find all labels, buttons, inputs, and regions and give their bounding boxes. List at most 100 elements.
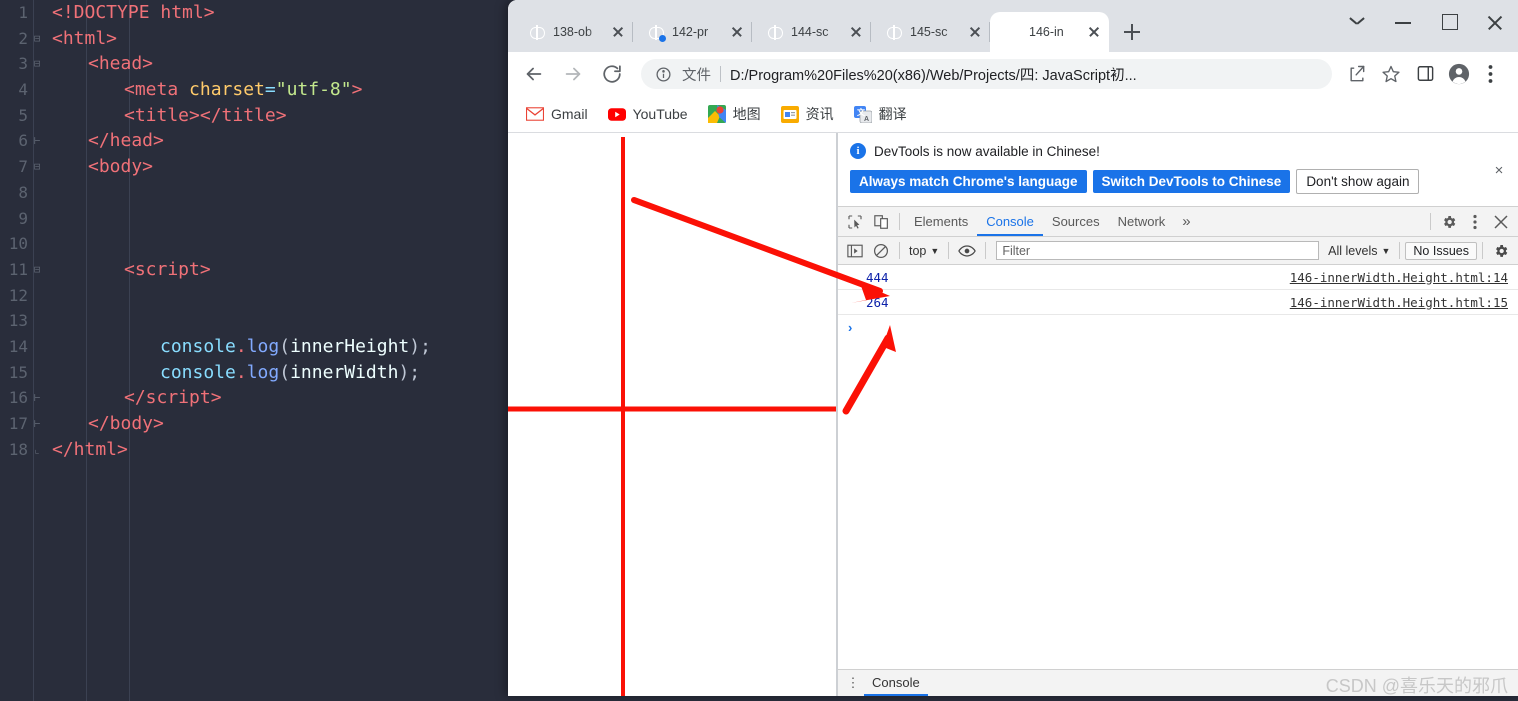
line-number: 12: [8, 285, 28, 305]
line-number: 9: [18, 208, 28, 228]
divider: [948, 242, 950, 259]
line-number: 16: [8, 388, 28, 408]
devtools-tab-network[interactable]: Network: [1109, 207, 1175, 236]
tab-close-icon[interactable]: [609, 23, 627, 41]
console-filter-input[interactable]: [996, 241, 1320, 260]
url-scheme-label: 文件: [682, 67, 711, 84]
bookmark-item[interactable]: 文 A 翻译: [853, 104, 907, 124]
tab-close-icon[interactable]: [847, 23, 865, 41]
devtools-menu-icon[interactable]: [1462, 209, 1488, 235]
console-source-link[interactable]: 146-innerWidth.Height.html:14: [1290, 270, 1508, 285]
console-logged-value: 264: [866, 294, 889, 310]
browser-tab[interactable]: 144-sc: [752, 12, 871, 52]
tab-close-icon[interactable]: [1085, 23, 1103, 41]
drawer-menu-icon[interactable]: ⋮: [842, 676, 864, 689]
live-expression-icon[interactable]: [954, 238, 980, 264]
tab-strip: 138-ob 142-pr 144-sc 145-sc 146-in: [508, 0, 1518, 52]
minimize-icon[interactable]: [1380, 0, 1426, 45]
devtools-close-icon[interactable]: [1488, 209, 1514, 235]
devtools-panel: i DevTools is now available in Chinese! …: [837, 133, 1518, 696]
bookmark-item[interactable]: 地图: [707, 104, 761, 124]
fold-marker[interactable]: ⊟: [28, 26, 46, 52]
console-sidebar-icon[interactable]: [842, 238, 868, 264]
browser-tab[interactable]: 145-sc: [871, 12, 990, 52]
console-settings-gear-icon[interactable]: [1488, 238, 1514, 264]
tab-title: 144-sc: [791, 25, 829, 39]
line-number: 18: [8, 439, 28, 459]
star-icon[interactable]: [1376, 59, 1406, 89]
notice-action-button[interactable]: Always match Chrome's language: [850, 170, 1087, 193]
forward-button[interactable]: [557, 58, 589, 90]
tab-favicon-globe-icon: [885, 24, 902, 41]
code-text: <title></title>: [124, 104, 287, 126]
browser-tab[interactable]: 138-ob: [514, 12, 633, 52]
back-button[interactable]: [518, 58, 550, 90]
clear-console-icon[interactable]: [868, 238, 894, 264]
bookmark-item[interactable]: 资讯: [780, 104, 834, 124]
side-panel-icon[interactable]: [1410, 59, 1440, 89]
page-viewport[interactable]: [508, 133, 837, 696]
navigation-toolbar: 文件 D:/Program%20Files%20(x86)/Web/Projec…: [508, 52, 1518, 96]
fold-marker[interactable]: ⊟: [28, 154, 46, 180]
notice-action-button[interactable]: Don't show again: [1296, 169, 1420, 194]
line-number: 4: [18, 80, 28, 100]
share-icon[interactable]: [1342, 59, 1372, 89]
bookmark-label: 地图: [732, 106, 761, 122]
device-toolbar-icon[interactable]: [868, 209, 894, 235]
console-input-prompt[interactable]: ›: [838, 315, 1518, 339]
new-tab-button[interactable]: [1117, 17, 1147, 47]
devtools-settings-gear-icon[interactable]: [1436, 209, 1462, 235]
tab-favicon-globe-icon: [766, 24, 783, 41]
console-filter-bar: top ▼ All levels ▼ No Issues: [838, 237, 1518, 265]
devtools-language-notice: i DevTools is now available in Chinese! …: [838, 133, 1518, 207]
code-text: <!DOCTYPE html>: [52, 2, 215, 23]
inspect-element-icon[interactable]: [842, 209, 868, 235]
tab-favicon-globe-icon: [528, 24, 545, 41]
maximize-icon[interactable]: [1426, 0, 1472, 45]
code-text: </html>: [52, 438, 128, 460]
tab-search-icon[interactable]: [1334, 0, 1380, 45]
tab-close-icon[interactable]: [966, 23, 984, 41]
fold-marker[interactable]: ⊢: [28, 128, 46, 154]
translate-icon: 文A: [853, 105, 872, 123]
notice-close-icon[interactable]: ×: [1490, 162, 1508, 180]
site-info-icon[interactable]: [655, 66, 673, 83]
tab-close-icon[interactable]: [728, 23, 746, 41]
console-source-link[interactable]: 146-innerWidth.Height.html:15: [1290, 295, 1508, 310]
line-number: 3: [18, 54, 28, 74]
bookmark-label: 翻译: [878, 106, 907, 122]
fold-marker[interactable]: ⌞: [28, 437, 46, 463]
console-message-row[interactable]: 264 146-innerWidth.Height.html:15: [838, 290, 1518, 315]
line-number: 11: [8, 259, 28, 279]
reload-button[interactable]: [596, 58, 628, 90]
devtools-tab-sources[interactable]: Sources: [1043, 207, 1109, 236]
three-dot-menu-icon[interactable]: [1478, 59, 1508, 89]
issues-button[interactable]: No Issues: [1405, 241, 1477, 260]
code-text: <meta charset="utf-8">: [124, 79, 363, 101]
console-output[interactable]: 444 146-innerWidth.Height.html:14 264 146-i…: [838, 265, 1518, 669]
address-bar[interactable]: 文件 D:/Program%20Files%20(x86)/Web/Projec…: [641, 59, 1332, 89]
more-panels-icon[interactable]: »: [1174, 213, 1198, 230]
notice-message: DevTools is now available in Chinese!: [874, 143, 1100, 159]
console-message-row[interactable]: 444 146-innerWidth.Height.html:14: [838, 265, 1518, 290]
browser-tab[interactable]: 146-in: [990, 12, 1109, 52]
close-window-icon[interactable]: [1472, 0, 1518, 45]
fold-marker[interactable]: ⊟: [28, 51, 46, 77]
console-context-selector[interactable]: top ▼: [905, 244, 943, 258]
fold-marker[interactable]: ⊟: [28, 257, 46, 283]
log-levels-dropdown[interactable]: All levels ▼: [1324, 244, 1394, 258]
code-text: console.log(innerWidth);: [160, 361, 421, 383]
browser-tab[interactable]: 142-pr: [633, 12, 752, 52]
fold-marker[interactable]: ⊢: [28, 385, 46, 411]
divider: [1430, 213, 1431, 230]
info-icon: i: [850, 143, 866, 159]
drawer-tab-console[interactable]: Console: [864, 670, 928, 696]
bookmark-item[interactable]: YouTube: [607, 105, 688, 123]
bookmark-item[interactable]: Gmail: [526, 105, 588, 123]
devtools-tab-bar: Elements Console Sources Network »: [838, 207, 1518, 237]
devtools-tab-console[interactable]: Console: [977, 207, 1043, 236]
devtools-tab-elements[interactable]: Elements: [905, 207, 977, 236]
profile-avatar-icon[interactable]: [1444, 59, 1474, 89]
fold-marker[interactable]: ⊢: [28, 411, 46, 437]
notice-action-button[interactable]: Switch DevTools to Chinese: [1092, 170, 1291, 193]
